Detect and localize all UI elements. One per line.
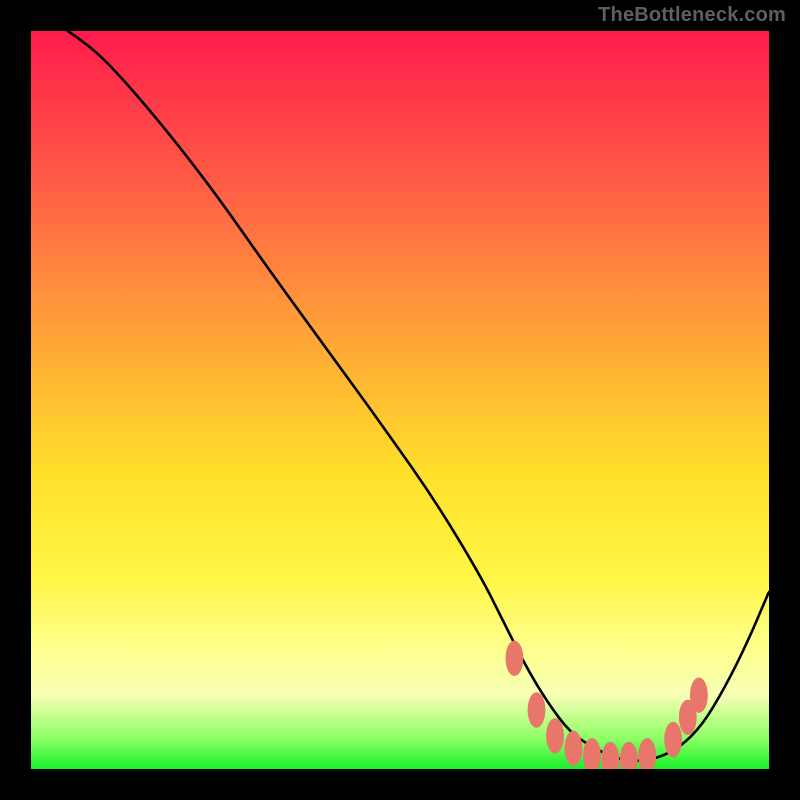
highlight-dot bbox=[528, 692, 546, 727]
highlight-dot bbox=[664, 722, 682, 757]
bottleneck-curve bbox=[68, 31, 769, 761]
highlight-dot bbox=[601, 742, 619, 769]
highlight-dot bbox=[690, 678, 708, 713]
chart-svg bbox=[31, 31, 769, 769]
highlight-dot bbox=[506, 641, 524, 676]
highlight-dot bbox=[546, 718, 564, 753]
highlight-dot bbox=[565, 731, 583, 766]
watermark-text: TheBottleneck.com bbox=[598, 4, 786, 27]
plot-area bbox=[31, 31, 769, 769]
highlight-dot bbox=[620, 742, 638, 769]
highlight-dot bbox=[638, 738, 656, 769]
highlight-dots-group bbox=[506, 641, 708, 769]
chart-frame: TheBottleneck.com bbox=[0, 0, 800, 800]
